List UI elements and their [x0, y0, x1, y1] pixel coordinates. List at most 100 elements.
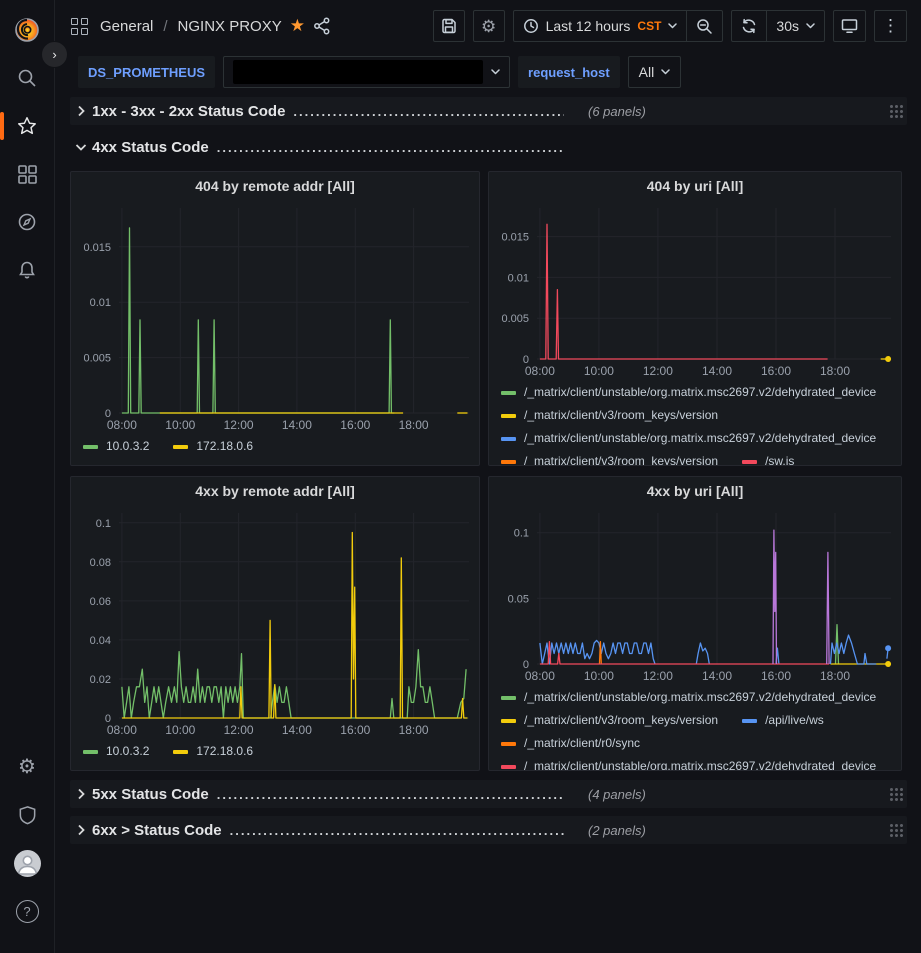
refresh-icon: [741, 18, 757, 34]
svg-text:0.01: 0.01: [508, 272, 529, 284]
legend-swatch-icon: [501, 742, 516, 746]
svg-text:18:00: 18:00: [820, 364, 850, 378]
legend-item[interactable]: /_matrix/client/r0/sync: [501, 732, 640, 755]
save-dashboard-button[interactable]: [433, 10, 465, 42]
dashboard-settings-button[interactable]: ⚙: [473, 10, 505, 42]
legend-row: /_matrix/client/v3/room_keys/version: [501, 404, 891, 427]
share-icon[interactable]: [313, 17, 331, 35]
variable-request-host-label[interactable]: request_host: [518, 56, 620, 88]
row-5xx: 5xx Status Code ........................…: [70, 780, 907, 808]
chart-4xx-by-remote-addr[interactable]: 08:0010:0012:0014:0016:0018:0000.020.040…: [71, 505, 479, 740]
legend: 10.0.3.2 172.18.0.6: [71, 740, 479, 770]
row-title: 4xx Status Code: [92, 139, 209, 156]
chevron-right-icon: [72, 105, 90, 117]
breadcrumb-title[interactable]: NGINX PROXY: [178, 18, 282, 35]
legend-item[interactable]: /_matrix/client/v3/room_keys/version: [501, 709, 718, 732]
legend-item[interactable]: /_matrix/client/v3/room_keys/version: [501, 404, 718, 427]
sidebar-item-starred[interactable]: [7, 106, 47, 146]
svg-text:0.04: 0.04: [90, 635, 111, 647]
chart-4xx-by-uri[interactable]: 08:0010:0012:0014:0016:0018:0000.050.1: [489, 505, 901, 686]
row-title: 6xx > Status Code: [92, 822, 222, 839]
legend-label: /sw.js: [765, 450, 794, 465]
row-drag-handle[interactable]: [889, 823, 903, 837]
legend-item[interactable]: 172.18.0.6: [173, 435, 253, 458]
row-toggle-5xx[interactable]: 5xx Status Code ........................…: [72, 786, 564, 803]
favorite-star-icon[interactable]: ★: [290, 16, 305, 36]
svg-text:08:00: 08:00: [107, 723, 137, 737]
svg-text:0.005: 0.005: [83, 353, 111, 365]
help-icon[interactable]: ?: [7, 891, 47, 931]
variable-ds-prometheus-select[interactable]: [223, 56, 510, 88]
legend-item[interactable]: 10.0.3.2: [83, 740, 149, 763]
more-options-button[interactable]: ⋮: [874, 10, 907, 42]
settings-gear-icon[interactable]: ⚙: [7, 747, 47, 787]
panel-404-by-remote-addr: 404 by remote addr [All] 08:0010:0012:00…: [70, 171, 480, 466]
row-toggle-4xx[interactable]: 4xx Status Code ........................…: [72, 139, 564, 156]
redacted-value: [233, 60, 483, 84]
breadcrumb-section[interactable]: General: [100, 18, 153, 35]
zoom-out-button[interactable]: [687, 11, 722, 41]
legend-label: /_matrix/client/unstable/org.matrix.msc2…: [524, 686, 876, 709]
legend: 10.0.3.2 172.18.0.6: [71, 435, 479, 465]
legend-item[interactable]: /_matrix/client/v3/room_keys/version: [501, 450, 718, 465]
server-admin-shield-icon[interactable]: [7, 795, 47, 835]
svg-text:0.1: 0.1: [514, 528, 529, 540]
tv-mode-button[interactable]: [833, 10, 866, 42]
svg-text:0.02: 0.02: [90, 674, 111, 686]
row-drag-handle[interactable]: [889, 787, 903, 801]
legend-swatch-icon: [501, 391, 516, 395]
topbar-actions: ⚙ Last 12 hours CST: [433, 10, 907, 42]
breadcrumb-separator: /: [163, 18, 167, 35]
legend-label: 10.0.3.2: [106, 435, 149, 458]
refresh-group: 30s: [731, 10, 825, 42]
legend-item[interactable]: /api/live/ws: [742, 709, 824, 732]
time-range-picker[interactable]: Last 12 hours CST: [514, 11, 687, 41]
svg-text:0.015: 0.015: [83, 242, 111, 254]
variable-ds-prometheus-label[interactable]: DS_PROMETHEUS: [78, 56, 215, 88]
sidebar-item-explore[interactable]: [7, 202, 47, 242]
search-icon[interactable]: [7, 58, 47, 98]
panel-title[interactable]: 404 by uri [All]: [489, 172, 901, 200]
legend: /_matrix/client/unstable/org.matrix.msc2…: [489, 381, 901, 465]
panel-title[interactable]: 4xx by remote addr [All]: [71, 477, 479, 505]
chevron-down-icon: [668, 23, 677, 29]
svg-text:0.005: 0.005: [501, 313, 529, 325]
breadcrumb: General / NGINX PROXY ★: [71, 16, 331, 36]
sidebar-item-alerting[interactable]: [7, 250, 47, 290]
variable-request-host-select[interactable]: All: [628, 56, 682, 88]
legend-item[interactable]: 172.18.0.6: [173, 740, 253, 763]
row-6xx: 6xx > Status Code ......................…: [70, 816, 907, 844]
refresh-interval-label: 30s: [776, 18, 799, 34]
legend-item[interactable]: /_matrix/client/unstable/org.matrix.msc2…: [501, 427, 876, 450]
svg-text:0.01: 0.01: [90, 297, 111, 309]
sidebar-item-dashboards[interactable]: [7, 154, 47, 194]
legend-label: /_matrix/client/unstable/org.matrix.msc2…: [524, 427, 876, 450]
legend-item[interactable]: /_matrix/client/unstable/org.matrix.msc2…: [501, 381, 876, 404]
row-drag-handle[interactable]: [889, 104, 903, 118]
refresh-interval-select[interactable]: 30s: [767, 11, 824, 41]
row-toggle-6xx[interactable]: 6xx > Status Code ......................…: [72, 822, 564, 839]
sidebar-expand-button[interactable]: ›: [41, 41, 68, 68]
legend-item[interactable]: /sw.js: [742, 450, 794, 465]
legend-item[interactable]: /_matrix/client/unstable/org.matrix.msc2…: [501, 686, 876, 709]
legend-swatch-icon: [83, 750, 98, 754]
panel-4xx-by-uri: 4xx by uri [All] 08:0010:0012:0014:0016:…: [488, 476, 902, 771]
row-panel-count: (2 panels): [588, 823, 646, 838]
legend-item[interactable]: /_matrix/client/unstable/org.matrix.msc2…: [501, 755, 876, 770]
chart-404-by-uri[interactable]: 08:0010:0012:0014:0016:0018:0000.0050.01…: [489, 200, 901, 381]
kebab-icon: ⋮: [882, 16, 899, 36]
svg-text:12:00: 12:00: [224, 418, 254, 432]
legend-swatch-icon: [173, 750, 188, 754]
chart-404-by-remote-addr[interactable]: 08:0010:0012:0014:0016:0018:0000.0050.01…: [71, 200, 479, 435]
panel-title[interactable]: 4xx by uri [All]: [489, 477, 901, 505]
row-toggle-1xx[interactable]: 1xx - 3xx - 2xx Status Code ............…: [72, 103, 564, 120]
grafana-app: › ⚙ ?: [0, 0, 921, 953]
refresh-button[interactable]: [732, 11, 766, 41]
grafana-logo[interactable]: [7, 10, 47, 50]
legend-item[interactable]: 10.0.3.2: [83, 435, 149, 458]
panel-title[interactable]: 404 by remote addr [All]: [71, 172, 479, 200]
time-range-label: Last 12 hours: [546, 18, 631, 34]
user-avatar[interactable]: [7, 843, 47, 883]
legend-swatch-icon: [173, 445, 188, 449]
svg-text:0.1: 0.1: [96, 518, 111, 530]
